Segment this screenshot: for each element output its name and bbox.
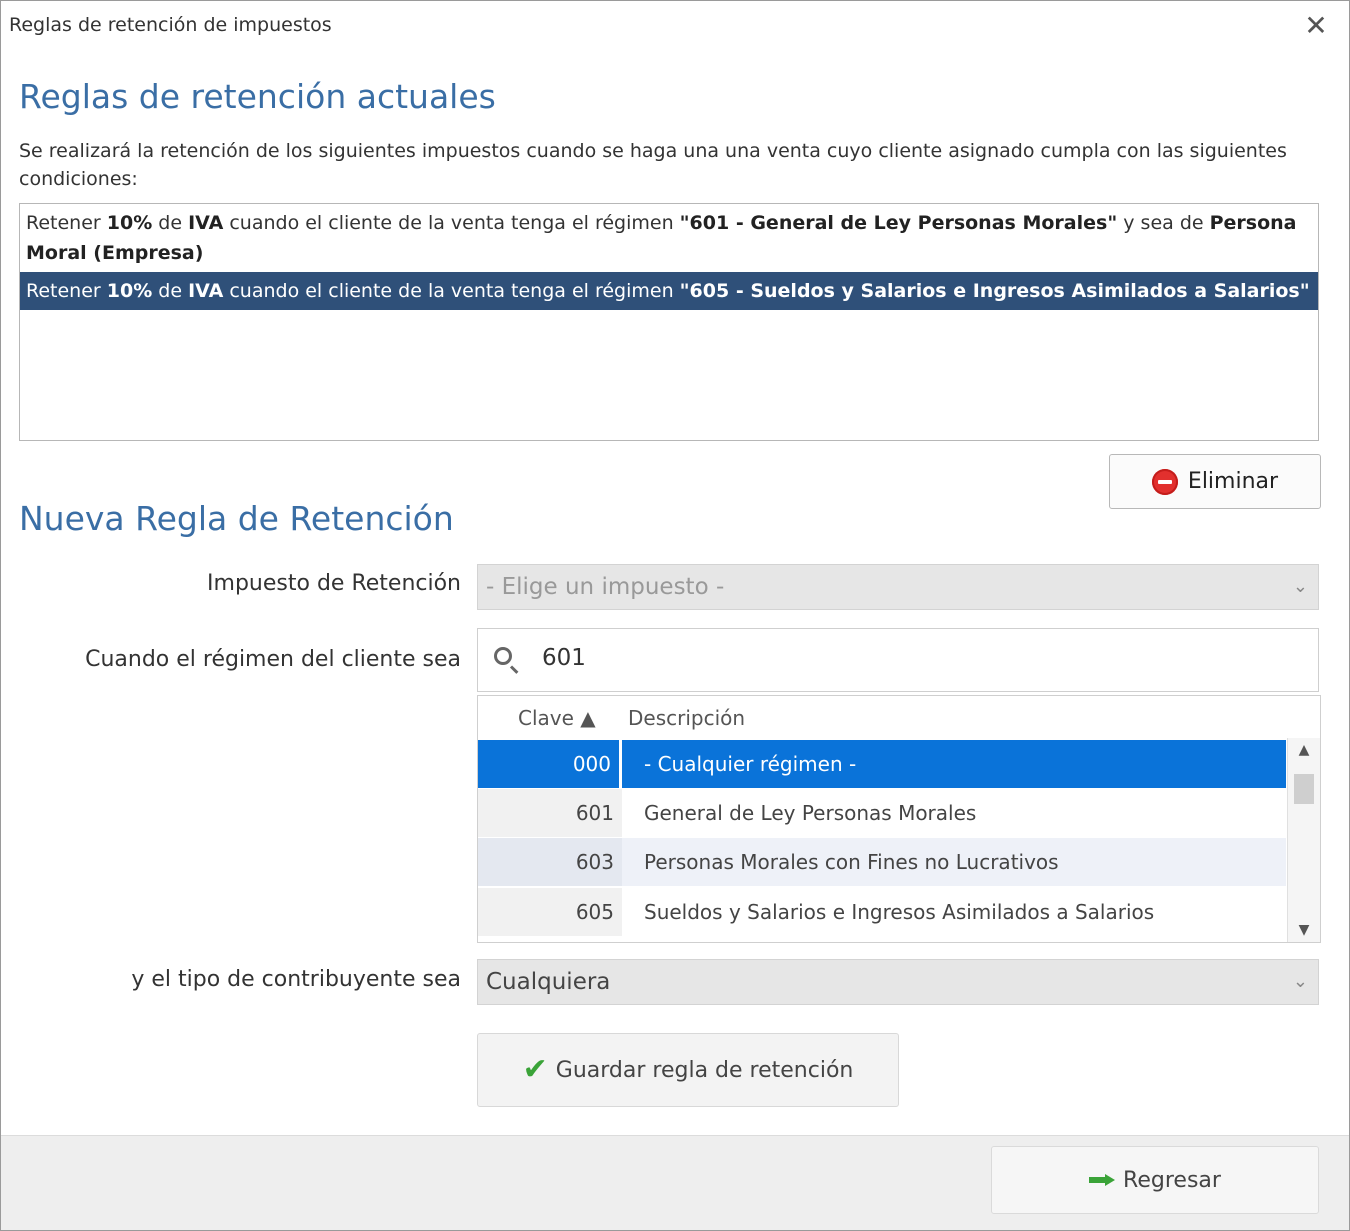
table-row[interactable]: 605 Sueldos y Salarios e Ingresos Asimil… [478,888,1286,936]
column-header-descripcion[interactable]: Descripción [628,706,745,730]
back-button-label: Regresar [1123,1167,1221,1193]
arrow-right-icon [1089,1174,1116,1186]
column-header-clave[interactable]: Clave ▲ [518,706,596,730]
window-title: Reglas de retención de impuestos [9,14,332,36]
current-rules-heading: Reglas de retención actuales [19,77,496,116]
grid-header: Clave ▲ Descripción [478,696,1286,738]
row-description: Personas Morales con Fines no Lucrativos [644,850,1059,874]
row-clave: 601 [478,789,622,837]
tax-label: Impuesto de Retención [207,571,461,596]
scroll-thumb[interactable] [1294,774,1314,804]
checkmark-icon: ✔ [522,1052,548,1087]
table-row[interactable]: 603 Personas Morales con Fines no Lucrat… [478,838,1286,886]
table-row[interactable]: 000 - Cualquier régimen - [478,740,1286,788]
table-row[interactable]: 601 General de Ley Personas Morales [478,789,1286,837]
row-description: General de Ley Personas Morales [644,801,977,825]
rules-list[interactable]: Retener 10% de IVA cuando el cliente de … [19,203,1319,441]
row-clave: 603 [478,838,622,886]
title-bar: Reglas de retención de impuestos ✕ [1,1,1349,51]
row-description: - Cualquier régimen - [644,752,857,776]
taxpayer-select-value: Cualquiera [486,969,611,995]
regime-label: Cuando el régimen del cliente sea [85,647,461,672]
tax-select[interactable]: - Elige un impuesto - ⌄ [477,564,1319,610]
new-rule-heading: Nueva Regla de Retención [19,499,454,538]
taxpayer-label: y el tipo de contribuyente sea [131,967,461,992]
scroll-down-icon[interactable]: ▼ [1288,918,1320,942]
row-clave: 000 [478,740,622,788]
save-rule-label: Guardar regla de retención [555,1057,854,1083]
scroll-up-icon[interactable]: ▲ [1288,738,1320,762]
rule-item[interactable]: Retener 10% de IVA cuando el cliente de … [20,204,1318,272]
chevron-down-icon: ⌄ [1292,576,1308,597]
rule-item-selected[interactable]: Retener 10% de IVA cuando el cliente de … [20,272,1318,310]
back-button[interactable]: Regresar [991,1146,1319,1214]
regime-grid[interactable]: Clave ▲ Descripción 000 - Cualquier régi… [477,695,1321,943]
current-rules-description: Se realizará la retención de los siguien… [19,140,1287,190]
delete-button-label: Eliminar [1187,469,1279,494]
delete-button[interactable]: Eliminar [1109,454,1321,509]
dialog-window: Reglas de retención de impuestos ✕ Regla… [0,0,1350,1231]
search-icon [494,647,512,665]
row-clave: 605 [478,888,622,936]
taxpayer-select[interactable]: Cualquiera ⌄ [477,959,1319,1005]
chevron-down-icon: ⌄ [1292,971,1308,992]
row-description: Sueldos y Salarios e Ingresos Asimilados… [644,900,1155,924]
regime-search-box[interactable] [477,628,1319,692]
grid-scrollbar[interactable]: ▲ ▼ [1287,738,1320,942]
regime-search-input[interactable] [542,645,1242,671]
save-rule-button[interactable]: ✔ Guardar regla de retención [477,1033,899,1107]
close-icon[interactable]: ✕ [1299,9,1333,43]
tax-select-value: - Elige un impuesto - [486,574,725,600]
delete-icon [1151,468,1178,495]
